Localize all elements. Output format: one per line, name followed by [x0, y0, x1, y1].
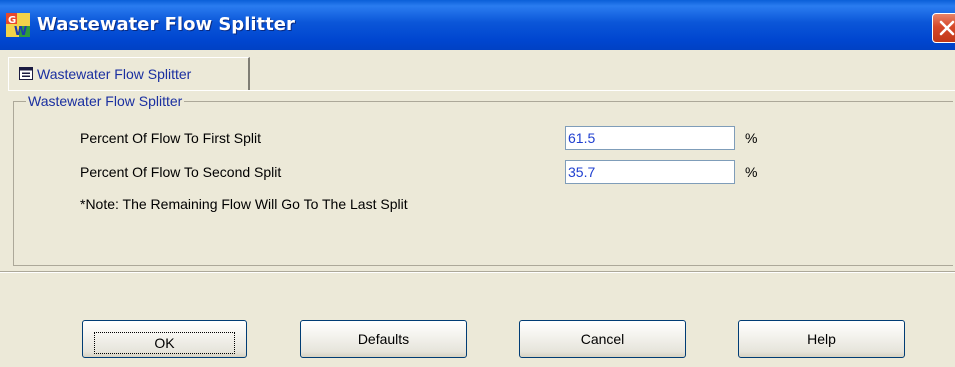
window-title: Wastewater Flow Splitter: [37, 14, 295, 35]
close-icon: [939, 20, 955, 36]
form-icon: [19, 67, 33, 80]
remaining-flow-note: *Note: The Remaining Flow Will Go To The…: [80, 196, 408, 212]
second-split-unit: %: [745, 164, 758, 180]
tab-label: Wastewater Flow Splitter: [37, 66, 192, 82]
first-split-unit: %: [745, 130, 758, 146]
help-button-label: Help: [807, 331, 836, 347]
first-split-input[interactable]: [565, 126, 735, 150]
dialog-window: G W Wastewater Flow Splitter Wastewater …: [0, 0, 955, 367]
defaults-button[interactable]: Defaults: [300, 320, 467, 358]
second-split-label: Percent Of Flow To Second Split: [80, 164, 282, 180]
cancel-button-label: Cancel: [580, 331, 625, 347]
ok-button[interactable]: OK: [82, 320, 247, 358]
ok-button-label: OK: [94, 331, 235, 354]
svg-text:W: W: [14, 24, 27, 37]
help-button[interactable]: Help: [738, 320, 905, 358]
title-bar[interactable]: G W Wastewater Flow Splitter: [0, 0, 955, 50]
tab-strip-border: [8, 90, 955, 91]
separator-highlight: [0, 272, 955, 273]
close-button[interactable]: [932, 13, 955, 43]
group-box: [13, 101, 953, 266]
tab-wastewater-flow-splitter[interactable]: Wastewater Flow Splitter: [8, 57, 250, 90]
first-split-label: Percent Of Flow To First Split: [80, 130, 262, 146]
cancel-button[interactable]: Cancel: [519, 320, 686, 358]
defaults-button-label: Defaults: [357, 331, 410, 347]
group-legend: Wastewater Flow Splitter: [26, 93, 185, 109]
second-split-input[interactable]: [565, 160, 735, 184]
gw-app-icon: G W: [6, 13, 30, 37]
